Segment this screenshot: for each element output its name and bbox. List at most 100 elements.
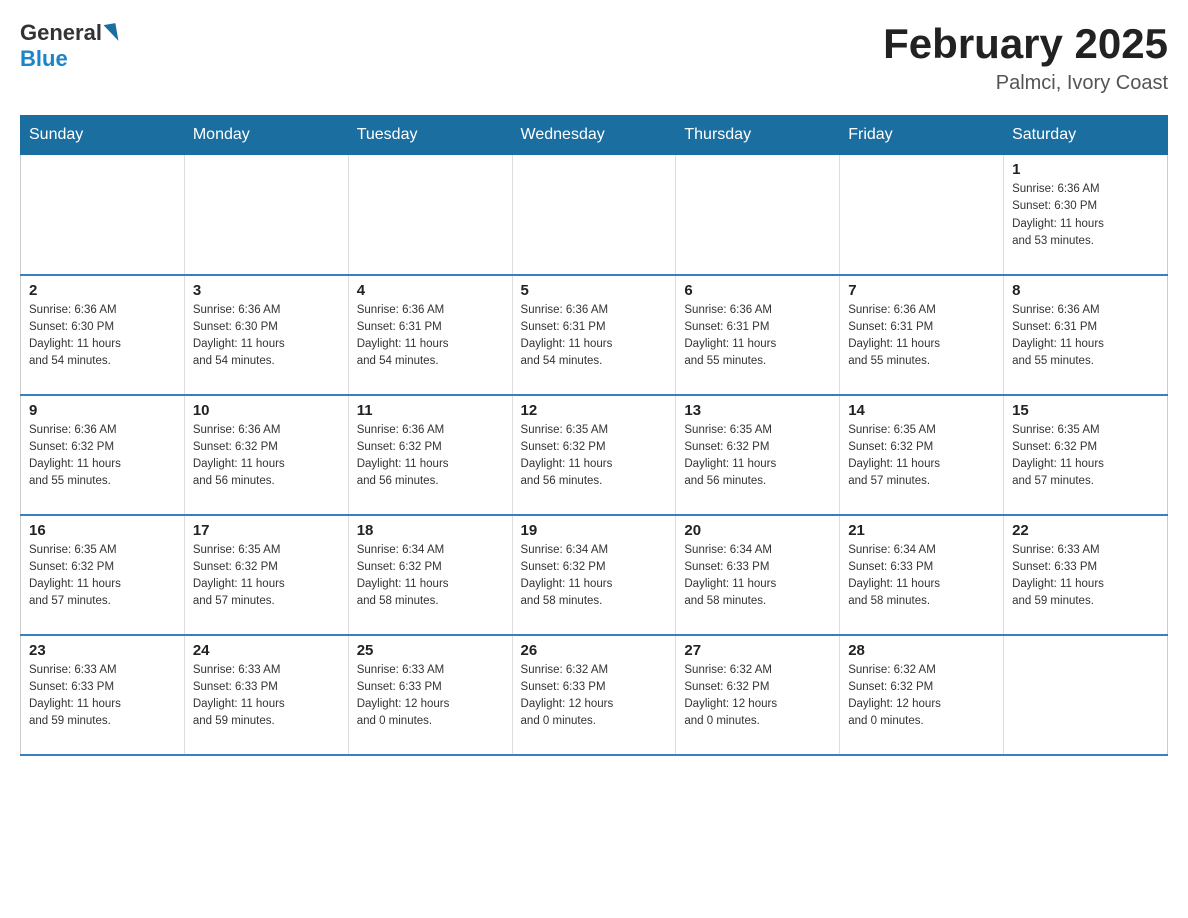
day-number: 16 <box>29 522 176 539</box>
day-of-week-header: Thursday <box>676 116 840 155</box>
day-info: Sunrise: 6:34 AMSunset: 6:32 PMDaylight:… <box>357 542 504 611</box>
day-of-week-header: Friday <box>840 116 1004 155</box>
location-subtitle: Palmci, Ivory Coast <box>883 72 1168 95</box>
day-info: Sunrise: 6:36 AMSunset: 6:30 PMDaylight:… <box>29 302 176 371</box>
day-of-week-header: Monday <box>184 116 348 155</box>
calendar-day-cell <box>512 155 676 275</box>
calendar-table: SundayMondayTuesdayWednesdayThursdayFrid… <box>20 115 1168 756</box>
day-info: Sunrise: 6:35 AMSunset: 6:32 PMDaylight:… <box>29 542 176 611</box>
day-info: Sunrise: 6:36 AMSunset: 6:32 PMDaylight:… <box>357 422 504 491</box>
calendar-day-cell: 22Sunrise: 6:33 AMSunset: 6:33 PMDayligh… <box>1004 515 1168 635</box>
calendar-day-cell <box>21 155 185 275</box>
day-info: Sunrise: 6:35 AMSunset: 6:32 PMDaylight:… <box>521 422 668 491</box>
day-number: 21 <box>848 522 995 539</box>
calendar-day-cell: 28 Sunrise: 6:32 AMSunset: 6:32 PMDayligh… <box>840 635 1004 755</box>
day-info: Sunrise: 6:36 AMSunset: 6:31 PMDaylight:… <box>357 302 504 371</box>
day-number: 3 <box>193 282 340 299</box>
calendar-day-cell <box>348 155 512 275</box>
day-info: Sunrise: 6:32 AMSunset: 6:33 PMDaylight:… <box>521 662 668 731</box>
day-info: Sunrise: 6:33 AMSunset: 6:33 PMDaylight:… <box>1012 542 1159 611</box>
day-of-week-header: Sunday <box>21 116 185 155</box>
calendar-day-cell: 23Sunrise: 6:33 AMSunset: 6:33 PMDayligh… <box>21 635 185 755</box>
calendar-day-cell <box>1004 635 1168 755</box>
day-info: Sunrise: 6:35 AMSunset: 6:32 PMDaylight:… <box>1012 422 1159 491</box>
calendar-day-cell: 13 Sunrise: 6:35 AMSunset: 6:32 PMDayligh… <box>676 395 840 515</box>
day-info: Sunrise: 6:34 AMSunset: 6:32 PMDaylight:… <box>521 542 668 611</box>
day-of-week-header: Wednesday <box>512 116 676 155</box>
calendar-day-cell: 8 Sunrise: 6:36 AMSunset: 6:31 PMDaylight… <box>1004 275 1168 395</box>
day-info: Sunrise: 6:34 AMSunset: 6:33 PMDaylight:… <box>848 542 995 611</box>
day-number: 28 <box>848 642 995 659</box>
day-info: Sunrise: 6:36 AMSunset: 6:30 PMDaylight:… <box>193 302 340 371</box>
calendar-day-cell: 27Sunrise: 6:32 AMSunset: 6:32 PMDayligh… <box>676 635 840 755</box>
day-number: 20 <box>684 522 831 539</box>
calendar-day-cell: 4 Sunrise: 6:36 AMSunset: 6:31 PMDaylight… <box>348 275 512 395</box>
day-number: 15 <box>1012 402 1159 419</box>
day-number: 13 <box>684 402 831 419</box>
day-number: 24 <box>193 642 340 659</box>
calendar-header-row: SundayMondayTuesdayWednesdayThursdayFrid… <box>21 116 1168 155</box>
logo-triangle-icon <box>103 23 118 43</box>
day-of-week-header: Tuesday <box>348 116 512 155</box>
calendar-week-row: 23 Sunrise: 6:33 AMSunset: 6:33 PMDayligh… <box>21 635 1168 755</box>
day-number: 10 <box>193 402 340 419</box>
day-number: 14 <box>848 402 995 419</box>
calendar-day-cell: 1 Sunrise: 6:36 AMSunset: 6:30 PMDaylight… <box>1004 155 1168 275</box>
day-of-week-header: Saturday <box>1004 116 1168 155</box>
calendar-day-cell: 7 Sunrise: 6:36 AMSunset: 6:31 PMDaylight… <box>840 275 1004 395</box>
day-number: 8 <box>1012 282 1159 299</box>
day-info: Sunrise: 6:36 AMSunset: 6:30 PMDaylight:… <box>1012 181 1159 250</box>
day-number: 6 <box>684 282 831 299</box>
day-number: 23 <box>29 642 176 659</box>
day-number: 7 <box>848 282 995 299</box>
logo-general-text: General <box>20 20 102 46</box>
page-header: General Blue February 2025 Palmci, Ivory… <box>20 20 1168 95</box>
calendar-day-cell: 19 Sunrise: 6:34 AMSunset: 6:32 PMDayligh… <box>512 515 676 635</box>
day-info: Sunrise: 6:35 AMSunset: 6:32 PMDaylight:… <box>848 422 995 491</box>
calendar-day-cell: 5Sunrise: 6:36 AMSunset: 6:31 PMDaylight… <box>512 275 676 395</box>
calendar-week-row: 2Sunrise: 6:36 AMSunset: 6:30 PMDaylight… <box>21 275 1168 395</box>
day-number: 17 <box>193 522 340 539</box>
calendar-day-cell: 25Sunrise: 6:33 AMSunset: 6:33 PMDayligh… <box>348 635 512 755</box>
day-info: Sunrise: 6:35 AMSunset: 6:32 PMDaylight:… <box>193 542 340 611</box>
day-number: 12 <box>521 402 668 419</box>
day-info: Sunrise: 6:34 AMSunset: 6:33 PMDaylight:… <box>684 542 831 611</box>
title-section: February 2025 Palmci, Ivory Coast <box>883 20 1168 95</box>
day-number: 9 <box>29 402 176 419</box>
calendar-day-cell <box>676 155 840 275</box>
calendar-day-cell: 11 Sunrise: 6:36 AMSunset: 6:32 PMDayligh… <box>348 395 512 515</box>
calendar-week-row: 1 Sunrise: 6:36 AMSunset: 6:30 PMDaylight… <box>21 155 1168 275</box>
day-info: Sunrise: 6:36 AMSunset: 6:32 PMDaylight:… <box>193 422 340 491</box>
day-number: 27 <box>684 642 831 659</box>
calendar-day-cell: 24 Sunrise: 6:33 AMSunset: 6:33 PMDayligh… <box>184 635 348 755</box>
day-info: Sunrise: 6:35 AMSunset: 6:32 PMDaylight:… <box>684 422 831 491</box>
calendar-day-cell: 9 Sunrise: 6:36 AMSunset: 6:32 PMDaylight… <box>21 395 185 515</box>
calendar-day-cell: 12 Sunrise: 6:35 AMSunset: 6:32 PMDayligh… <box>512 395 676 515</box>
calendar-day-cell: 3 Sunrise: 6:36 AMSunset: 6:30 PMDaylight… <box>184 275 348 395</box>
day-number: 5 <box>521 282 668 299</box>
calendar-day-cell: 15 Sunrise: 6:35 AMSunset: 6:32 PMDayligh… <box>1004 395 1168 515</box>
day-number: 4 <box>357 282 504 299</box>
calendar-day-cell: 2Sunrise: 6:36 AMSunset: 6:30 PMDaylight… <box>21 275 185 395</box>
day-info: Sunrise: 6:36 AMSunset: 6:31 PMDaylight:… <box>684 302 831 371</box>
day-number: 25 <box>357 642 504 659</box>
day-number: 19 <box>521 522 668 539</box>
calendar-day-cell: 18Sunrise: 6:34 AMSunset: 6:32 PMDayligh… <box>348 515 512 635</box>
calendar-day-cell: 17 Sunrise: 6:35 AMSunset: 6:32 PMDayligh… <box>184 515 348 635</box>
day-info: Sunrise: 6:36 AMSunset: 6:32 PMDaylight:… <box>29 422 176 491</box>
calendar-day-cell <box>840 155 1004 275</box>
day-number: 1 <box>1012 161 1159 178</box>
calendar-day-cell <box>184 155 348 275</box>
day-info: Sunrise: 6:36 AMSunset: 6:31 PMDaylight:… <box>848 302 995 371</box>
calendar-day-cell: 20 Sunrise: 6:34 AMSunset: 6:33 PMDayligh… <box>676 515 840 635</box>
calendar-week-row: 16 Sunrise: 6:35 AMSunset: 6:32 PMDayligh… <box>21 515 1168 635</box>
logo-blue-text: Blue <box>20 46 68 72</box>
day-info: Sunrise: 6:33 AMSunset: 6:33 PMDaylight:… <box>193 662 340 731</box>
calendar-day-cell: 26 Sunrise: 6:32 AMSunset: 6:33 PMDayligh… <box>512 635 676 755</box>
day-number: 26 <box>521 642 668 659</box>
day-number: 11 <box>357 402 504 419</box>
calendar-day-cell: 16 Sunrise: 6:35 AMSunset: 6:32 PMDayligh… <box>21 515 185 635</box>
day-info: Sunrise: 6:32 AMSunset: 6:32 PMDaylight:… <box>848 662 995 731</box>
calendar-day-cell: 14 Sunrise: 6:35 AMSunset: 6:32 PMDayligh… <box>840 395 1004 515</box>
day-info: Sunrise: 6:36 AMSunset: 6:31 PMDaylight:… <box>1012 302 1159 371</box>
